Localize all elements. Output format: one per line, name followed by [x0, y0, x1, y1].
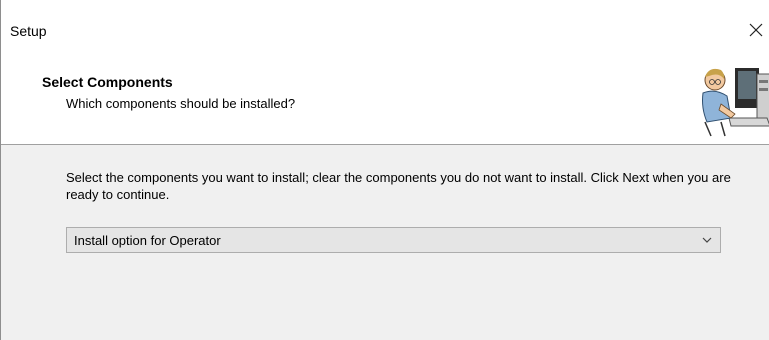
wizard-header: Select Components Which components shoul…: [1, 58, 769, 145]
setup-window: Setup Select Components Which components…: [0, 0, 769, 340]
page-title: Select Components: [42, 74, 173, 90]
page-subtitle: Which components should be installed?: [66, 96, 296, 111]
close-icon: [749, 23, 763, 37]
chevron-down-icon: [702, 237, 712, 243]
window-title: Setup: [10, 23, 47, 39]
close-button[interactable]: [743, 14, 769, 46]
install-type-selected: Install option for Operator: [74, 233, 221, 248]
instruction-text: Select the components you want to instal…: [66, 170, 731, 202]
wizard-body: Select the components you want to instal…: [1, 145, 769, 340]
wizard-computer-user-icon: [702, 68, 769, 137]
install-type-dropdown[interactable]: Install option for Operator: [66, 227, 721, 253]
title-bar: Setup: [1, 0, 769, 58]
